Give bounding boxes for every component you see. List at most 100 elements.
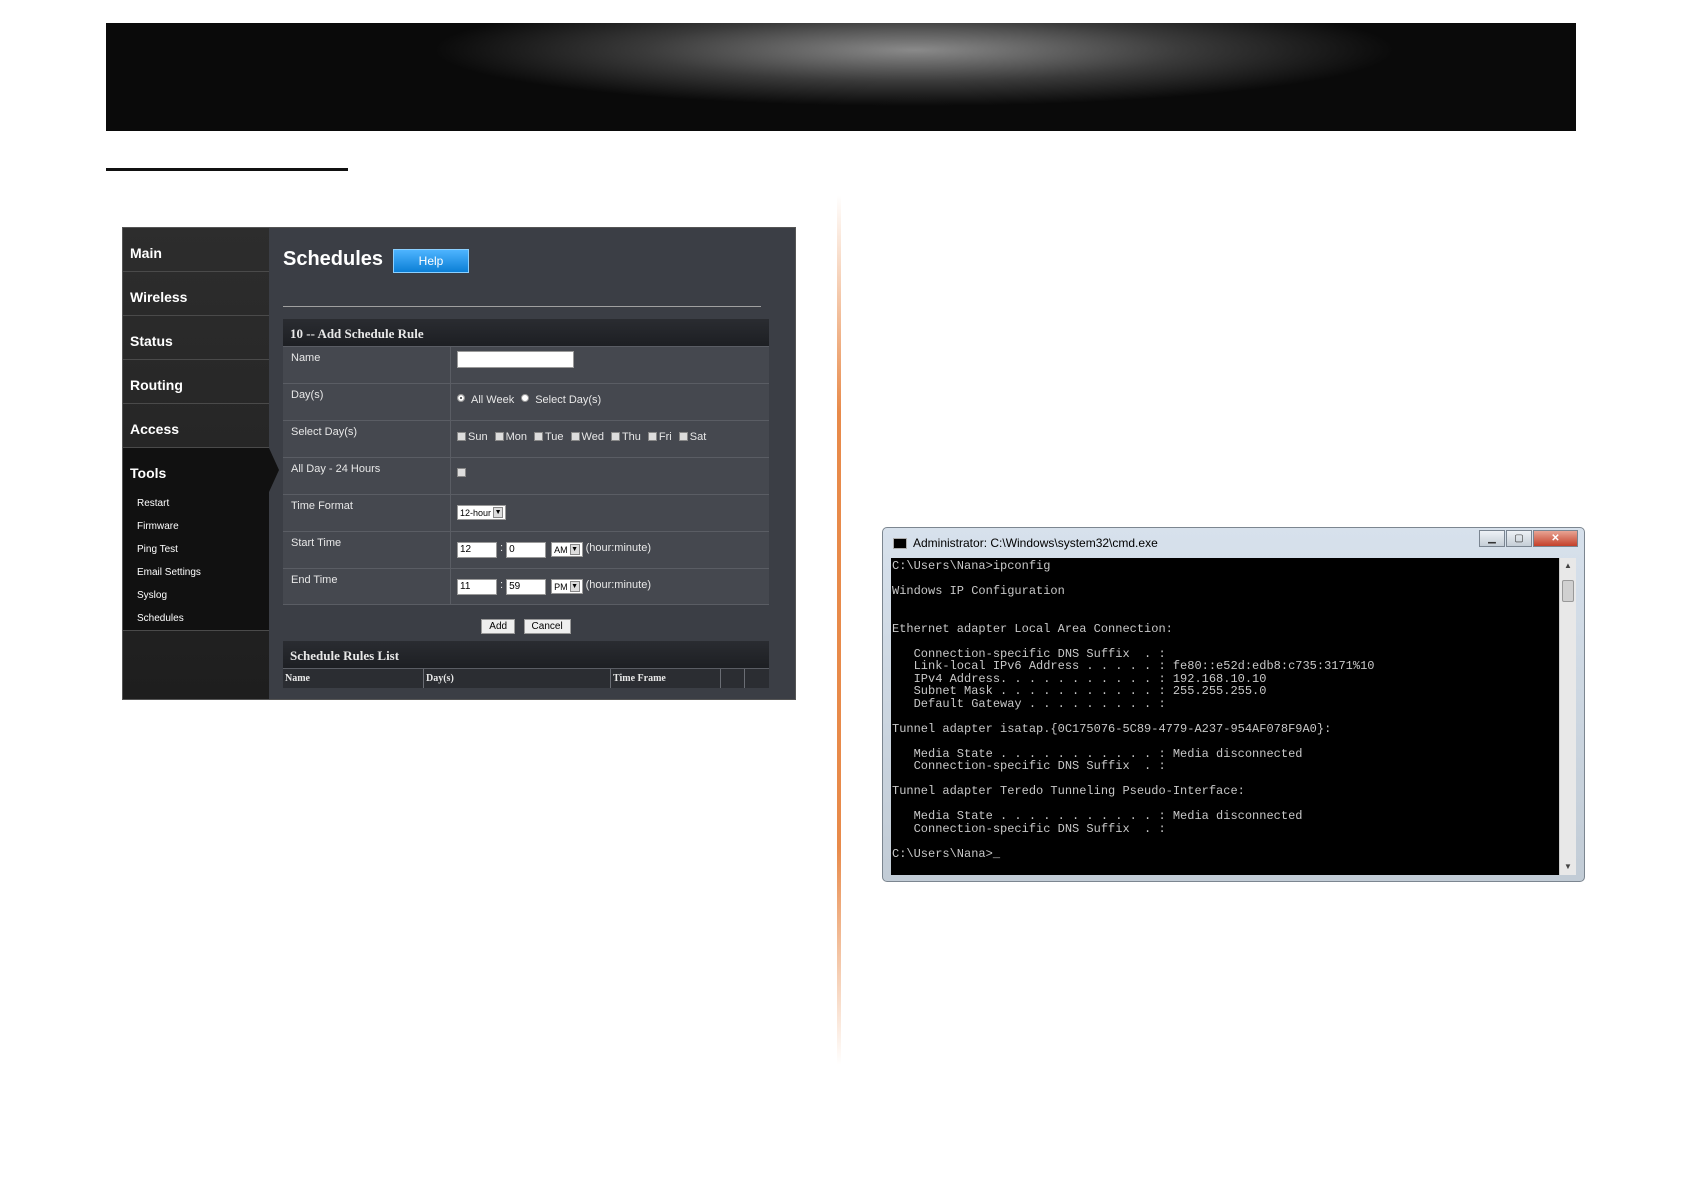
minimize-icon[interactable]: ▁ <box>1479 530 1505 547</box>
col-delete <box>745 669 769 688</box>
mon-checkbox[interactable] <box>494 432 504 441</box>
router-admin-ui: Main Wireless Status Routing Access Tool… <box>122 227 796 700</box>
end-hint: (hour:minute) <box>585 579 651 591</box>
console-output[interactable]: C:\Users\Nana>ipconfig Windows IP Config… <box>891 558 1561 875</box>
row-end-time: End Time 11 : 59 PM ▼ (hour:minute) <box>283 568 769 605</box>
list-header: Name Day(s) Time Frame <box>283 668 769 688</box>
tue-checkbox[interactable] <box>533 432 543 441</box>
console-line: Windows IP Configuration <box>892 584 1065 598</box>
help-button[interactable]: Help <box>393 249 469 273</box>
start-hint: (hour:minute) <box>585 542 651 554</box>
fri-checkbox[interactable] <box>647 432 657 441</box>
all-week-radio[interactable] <box>457 394 465 402</box>
nav-status[interactable]: Status <box>123 316 269 360</box>
wed-checkbox[interactable] <box>570 432 580 441</box>
all-day-label: All Day - 24 Hours <box>283 458 451 494</box>
col-edit <box>721 669 745 688</box>
console-line: Tunnel adapter isatap.{0C175076-5C89-477… <box>892 721 1332 736</box>
sat-checkbox[interactable] <box>678 432 688 441</box>
select-days-label: Select Day(s) <box>283 421 451 457</box>
thu-checkbox[interactable] <box>610 432 620 441</box>
tue-label: Tue <box>544 431 564 443</box>
col-name: Name <box>283 669 424 688</box>
scroll-down-icon[interactable]: ▼ <box>1560 859 1576 875</box>
sidebar: Main Wireless Status Routing Access Tool… <box>123 228 279 699</box>
scroll-thumb[interactable] <box>1562 580 1574 602</box>
time-format-label: Time Format <box>283 495 451 531</box>
subnav-firmware[interactable]: Firmware <box>137 515 269 538</box>
subnav-schedules[interactable]: Schedules <box>137 607 269 630</box>
all-day-checkbox[interactable] <box>457 468 466 477</box>
end-minute-input[interactable]: 59 <box>506 579 547 595</box>
thu-label: Thu <box>621 431 641 443</box>
console-line: Tunnel adapter Teredo Tunneling Pseudo-I… <box>892 784 1245 798</box>
add-schedule-panel: 10 -- Add Schedule Rule Name Day(s) All … <box>283 319 769 605</box>
end-time-label: End Time <box>283 569 451 604</box>
start-ampm-value: AM <box>554 544 568 555</box>
nav-tools[interactable]: Tools <box>123 448 279 492</box>
schedule-list-panel: Schedule Rules List Name Day(s) Time Fra… <box>283 641 769 688</box>
row-select-days: Select Day(s) Sun Mon Tue Wed Thu Fri Sa… <box>283 420 769 457</box>
nav-access[interactable]: Access <box>123 404 269 448</box>
subnav-ping-test[interactable]: Ping Test <box>137 538 269 561</box>
start-hour-input[interactable]: 12 <box>457 542 497 558</box>
subnav-email-settings[interactable]: Email Settings <box>137 561 269 584</box>
cmd-window: Administrator: C:\Windows\system32\cmd.e… <box>882 527 1585 882</box>
chevron-down-icon: ▼ <box>569 581 580 592</box>
time-format-value: 12-hour <box>460 507 492 518</box>
end-ampm-value: PM <box>554 581 568 592</box>
subnav-syslog[interactable]: Syslog <box>137 584 269 607</box>
start-minute-input[interactable]: 0 <box>506 542 547 558</box>
end-hour-input[interactable]: 11 <box>457 579 497 595</box>
select-days-radio[interactable] <box>521 394 530 402</box>
maximize-icon[interactable]: ▢ <box>1506 530 1532 547</box>
chevron-down-icon: ▼ <box>569 544 580 555</box>
main-content: Schedules Help 10 -- Add Schedule Rule N… <box>281 228 791 699</box>
subnav-restart[interactable]: Restart <box>137 492 269 515</box>
list-title: Schedule Rules List <box>283 641 769 668</box>
nav-wireless[interactable]: Wireless <box>123 272 269 316</box>
console-line: Connection-specific DNS Suffix . : <box>892 821 1166 836</box>
cancel-button[interactable]: Cancel <box>523 619 571 634</box>
console-line: Subnet Mask . . . . . . . . . . . : 255.… <box>892 684 1267 698</box>
time-format-select[interactable]: 12-hour ▼ <box>457 505 507 520</box>
add-button[interactable]: Add <box>481 619 516 634</box>
window-controls: ▁ ▢ ✕ <box>1479 530 1578 547</box>
console-line: Default Gateway . . . . . . . . . : <box>892 696 1166 711</box>
column-divider <box>837 195 841 1065</box>
select-days-option-label: Select Day(s) <box>535 394 602 406</box>
page-title: Schedules <box>283 248 384 270</box>
console-line: C:\Users\Nana>_ <box>892 846 1001 861</box>
row-name: Name <box>283 346 769 383</box>
nav-main[interactable]: Main <box>123 228 269 272</box>
console-line: C:\Users\Nana>ipconfig <box>892 559 1051 573</box>
close-icon[interactable]: ✕ <box>1533 530 1578 547</box>
row-time-format: Time Format 12-hour ▼ <box>283 494 769 531</box>
console-line: Media State . . . . . . . . . . . : Medi… <box>892 809 1303 823</box>
days-label: Day(s) <box>283 384 451 420</box>
sun-checkbox[interactable] <box>457 432 466 441</box>
scroll-up-icon[interactable]: ▲ <box>1560 558 1576 574</box>
wed-label: Wed <box>581 431 604 443</box>
header-banner <box>106 23 1576 131</box>
console-line: Connection-specific DNS Suffix . : <box>892 759 1166 773</box>
nav-routing[interactable]: Routing <box>123 360 269 404</box>
row-days: Day(s) All Week Select Day(s) <box>283 383 769 420</box>
start-time-label: Start Time <box>283 532 451 568</box>
section-rule <box>106 168 348 171</box>
row-all-day: All Day - 24 Hours <box>283 457 769 494</box>
name-input[interactable] <box>457 351 574 368</box>
start-ampm-select[interactable]: AM ▼ <box>551 542 583 557</box>
tools-subnav: Restart Firmware Ping Test Email Setting… <box>123 488 269 631</box>
vertical-scrollbar[interactable]: ▲ ▼ <box>1559 558 1576 875</box>
window-title: Administrator: C:\Windows\system32\cmd.e… <box>913 536 1158 550</box>
end-ampm-select[interactable]: PM ▼ <box>551 579 583 594</box>
col-time-frame: Time Frame <box>611 669 721 688</box>
sat-label: Sat <box>689 431 707 443</box>
console-line: Ethernet adapter Local Area Connection: <box>892 621 1173 636</box>
